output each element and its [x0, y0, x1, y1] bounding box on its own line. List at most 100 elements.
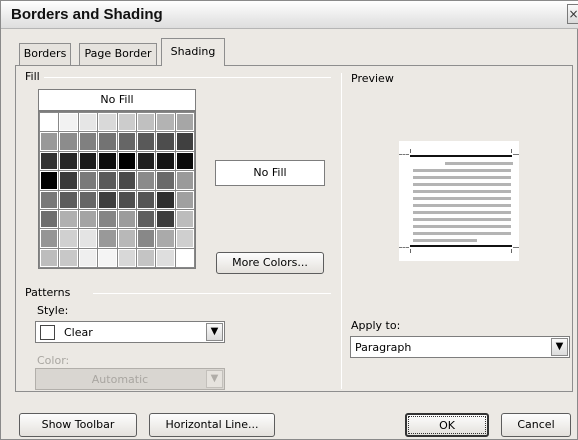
ok-button[interactable]: OK: [405, 413, 489, 437]
show-toolbar-button[interactable]: Show Toolbar: [19, 413, 137, 437]
color-swatch[interactable]: [98, 190, 117, 209]
color-swatch[interactable]: [175, 171, 194, 190]
color-swatch[interactable]: [59, 151, 78, 171]
color-swatch[interactable]: [175, 151, 194, 171]
color-swatch[interactable]: [136, 190, 156, 209]
style-value: Clear: [64, 326, 93, 339]
color-swatch[interactable]: [40, 190, 59, 209]
color-swatch[interactable]: [98, 132, 117, 151]
preview-corner-mark: [399, 154, 409, 155]
color-swatch[interactable]: [98, 229, 117, 248]
more-colors-label: More Colors...: [232, 256, 308, 269]
style-dropdown[interactable]: Clear ▼: [35, 321, 225, 343]
color-swatch[interactable]: [175, 132, 194, 151]
color-swatch[interactable]: [117, 229, 136, 248]
color-swatch[interactable]: [59, 248, 78, 267]
preview-text-line: [413, 176, 511, 179]
color-swatch[interactable]: [156, 171, 175, 190]
color-swatch[interactable]: [156, 132, 175, 151]
color-swatch[interactable]: [117, 171, 136, 190]
horizontal-line-button[interactable]: Horizontal Line...: [149, 413, 275, 437]
color-swatch[interactable]: [156, 209, 175, 229]
tab-page-border[interactable]: Page Border: [79, 43, 157, 65]
fill-group-rule: [41, 77, 331, 78]
more-colors-button[interactable]: More Colors...: [216, 252, 324, 274]
chevron-down-icon[interactable]: ▼: [206, 323, 223, 341]
color-swatch[interactable]: [156, 248, 175, 267]
no-fill-swatch[interactable]: No Fill: [38, 89, 196, 111]
color-swatch[interactable]: [117, 132, 136, 151]
color-swatch[interactable]: [175, 190, 194, 209]
color-swatch[interactable]: [40, 171, 59, 190]
color-swatch[interactable]: [136, 113, 156, 132]
color-swatch[interactable]: [78, 190, 98, 209]
color-swatch[interactable]: [117, 190, 136, 209]
cancel-label: Cancel: [517, 418, 555, 431]
color-swatch[interactable]: [78, 151, 98, 171]
close-icon[interactable]: ×: [567, 4, 578, 24]
preview-corner-mark: [511, 249, 512, 253]
cancel-button[interactable]: Cancel: [501, 413, 571, 437]
color-swatch[interactable]: [136, 132, 156, 151]
color-swatch[interactable]: [59, 209, 78, 229]
color-swatch[interactable]: [98, 171, 117, 190]
title-bar[interactable]: Borders and Shading ×: [1, 1, 578, 29]
color-swatch[interactable]: [156, 151, 175, 171]
color-swatch[interactable]: [40, 209, 59, 229]
color-swatch[interactable]: [98, 113, 117, 132]
color-swatch[interactable]: [98, 209, 117, 229]
color-swatch[interactable]: [40, 248, 59, 267]
color-swatch[interactable]: [136, 151, 156, 171]
tab-borders[interactable]: Borders: [19, 43, 71, 65]
color-swatch[interactable]: [156, 190, 175, 209]
apply-to-value: Paragraph: [355, 341, 412, 354]
color-swatch[interactable]: [98, 151, 117, 171]
color-swatch[interactable]: [117, 113, 136, 132]
color-swatch[interactable]: [136, 248, 156, 267]
preview-label: Preview: [351, 72, 394, 85]
color-swatch[interactable]: [136, 209, 156, 229]
color-swatch[interactable]: [78, 171, 98, 190]
color-swatch[interactable]: [40, 229, 59, 248]
color-swatch[interactable]: [78, 132, 98, 151]
color-swatch[interactable]: [59, 229, 78, 248]
color-swatch[interactable]: [59, 113, 78, 132]
color-swatch[interactable]: [136, 229, 156, 248]
color-swatch[interactable]: [78, 209, 98, 229]
chevron-down-icon[interactable]: ▼: [551, 338, 568, 356]
preview-corner-mark: [410, 249, 411, 253]
tab-shading[interactable]: Shading: [161, 38, 225, 66]
color-swatch[interactable]: [59, 171, 78, 190]
color-swatch[interactable]: [59, 190, 78, 209]
preview-corner-mark: [513, 247, 519, 248]
color-swatch[interactable]: [117, 151, 136, 171]
color-swatch[interactable]: [117, 248, 136, 267]
ok-label: OK: [439, 419, 455, 432]
color-swatch[interactable]: [175, 248, 194, 267]
color-swatch[interactable]: [156, 229, 175, 248]
preview-corner-mark: [513, 154, 519, 155]
color-swatch[interactable]: [78, 229, 98, 248]
color-swatch[interactable]: [175, 229, 194, 248]
color-swatch[interactable]: [117, 209, 136, 229]
apply-to-label: Apply to:: [351, 319, 401, 332]
color-swatch[interactable]: [40, 113, 59, 132]
color-swatch[interactable]: [78, 248, 98, 267]
preview-top-border: [410, 155, 512, 157]
preview-text-line: [445, 162, 513, 165]
color-swatch[interactable]: [175, 209, 194, 229]
color-swatch[interactable]: [136, 171, 156, 190]
color-palette: [38, 111, 196, 269]
dialog-title: Borders and Shading: [11, 6, 163, 23]
color-swatch[interactable]: [175, 113, 194, 132]
color-swatch[interactable]: [40, 132, 59, 151]
preview-text-line: [413, 211, 511, 214]
color-swatch[interactable]: [59, 132, 78, 151]
color-swatch[interactable]: [156, 113, 175, 132]
color-value: Automatic: [91, 373, 149, 386]
color-swatch[interactable]: [78, 113, 98, 132]
color-label: Color:: [37, 354, 70, 367]
color-swatch[interactable]: [98, 248, 117, 267]
apply-to-dropdown[interactable]: Paragraph ▼: [350, 336, 570, 358]
color-swatch[interactable]: [40, 151, 59, 171]
